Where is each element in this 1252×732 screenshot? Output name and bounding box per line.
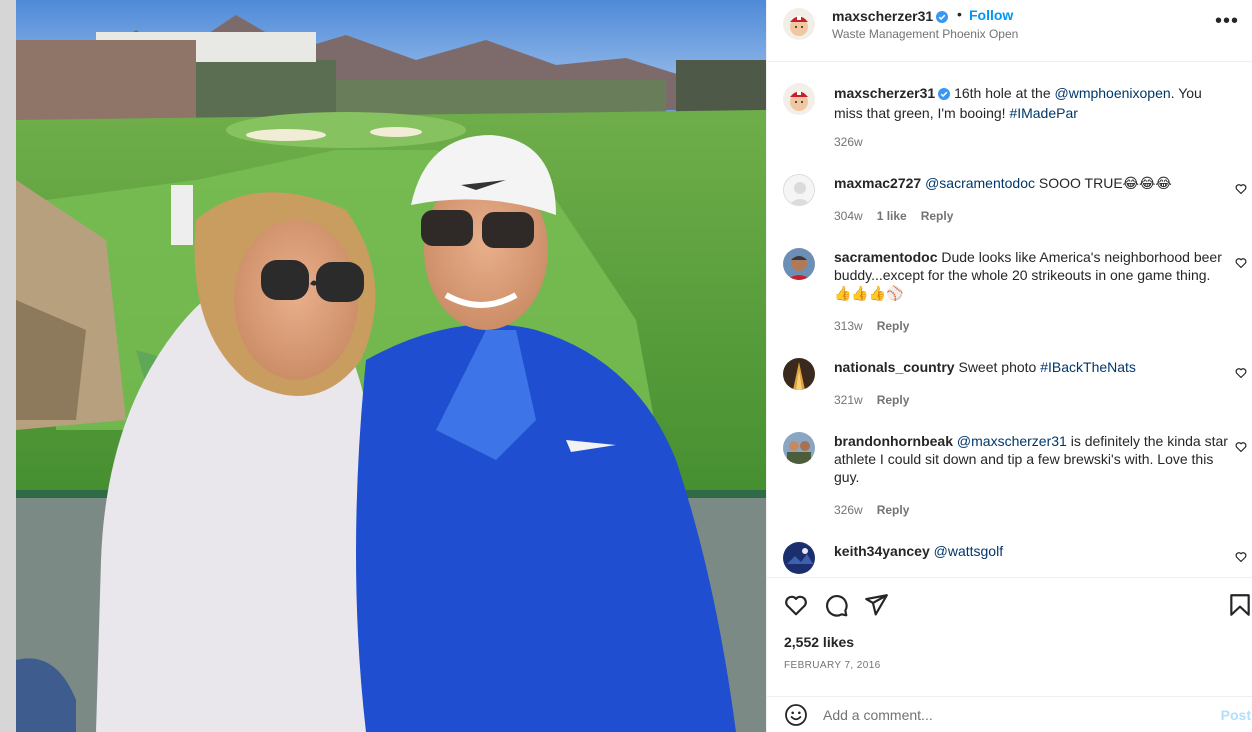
comment-mention[interactable]: @sacramentodoc [925,175,1035,191]
author-username[interactable]: maxscherzer31 [832,8,933,24]
comment-avatar[interactable] [783,248,815,280]
comment-body: SOOO TRUE😂😂😂 [1035,175,1172,191]
comments-list[interactable]: maxscherzer31 16th hole at the @wmphoeni… [767,62,1252,578]
post-photo[interactable] [16,0,766,732]
comment-mention[interactable]: @wattsgolf [934,543,1003,559]
avatar-image [783,248,815,280]
avatar-image [783,432,815,464]
avatar-image [783,358,815,390]
emoji-icon[interactable] [784,703,808,727]
likes-count[interactable]: 2,552 likes [784,634,854,650]
caption-body-1: 16th hole at the [950,85,1055,101]
follow-button[interactable]: Follow [969,7,1013,23]
comment-hashtag[interactable]: #IBackTheNats [1040,359,1136,375]
comment-text: nationals_country Sweet photo #IBackTheN… [834,358,1234,376]
comment-heart-icon[interactable] [1235,257,1247,269]
comment-meta: 304w 1 like Reply [834,209,953,223]
post-location[interactable]: Waste Management Phoenix Open [832,27,1018,41]
comment-text: sacramentodoc Dude looks like America's … [834,248,1230,302]
author-username-row: maxscherzer31 [832,8,949,26]
author-avatar[interactable] [783,8,815,40]
reply-button[interactable]: Reply [877,503,910,517]
comment-heart-icon[interactable] [1235,551,1247,563]
comment-icon[interactable] [823,592,849,618]
more-options-icon[interactable]: ••• [1215,10,1239,33]
comment-time[interactable]: 313w [834,319,863,333]
caption-username[interactable]: maxscherzer31 [834,85,935,101]
caption-time[interactable]: 326w [834,135,863,149]
comment-text: keith34yancey @wattsgolf [834,542,1234,560]
comment-avatar[interactable] [783,358,815,390]
caption-text: maxscherzer31 16th hole at the @wmphoeni… [834,84,1234,122]
comment-time[interactable]: 304w [834,209,863,223]
comment-meta: 313w Reply [834,319,909,333]
post-header: maxscherzer31 • Follow Waste Management … [767,0,1252,62]
comment-likes[interactable]: 1 like [877,209,907,223]
caption-meta: 326w [834,135,863,149]
comment-username[interactable]: maxmac2727 [834,175,921,191]
comment-heart-icon[interactable] [1235,441,1247,453]
comment-username[interactable]: keith34yancey [834,543,930,559]
comment-username[interactable]: brandonhornbeak [834,433,953,449]
comment-meta: 321w Reply [834,393,909,407]
reply-button[interactable]: Reply [877,393,910,407]
post-button[interactable]: Post [1221,707,1251,723]
post-actions: 2,552 likes FEBRUARY 7, 2016 [767,578,1252,698]
post-detail-panel: maxscherzer31 • Follow Waste Management … [766,0,1252,732]
comment-heart-icon[interactable] [1235,183,1247,195]
separator-dot: • [957,6,962,22]
comment-composer: Post [767,696,1252,732]
avatar-image [783,542,815,574]
reply-button[interactable]: Reply [921,209,954,223]
comment-avatar[interactable] [783,432,815,464]
avatar-image [783,83,815,115]
comment-text: maxmac2727 @sacramentodoc SOOO TRUE😂😂😂 [834,174,1234,192]
caption-mention[interactable]: @wmphoenixopen [1055,85,1171,101]
caption-avatar[interactable] [783,83,815,115]
comment-username[interactable]: nationals_country [834,359,955,375]
bookmark-icon[interactable] [1227,592,1252,618]
verified-badge-icon [936,10,949,26]
heart-icon[interactable] [783,592,809,618]
comment-meta: 326w Reply [834,503,909,517]
comment-body: Sweet photo [954,359,1041,375]
avatar-image [783,8,815,40]
comment-time[interactable]: 321w [834,393,863,407]
share-icon[interactable] [863,592,889,618]
verified-badge-icon [938,86,951,104]
photo-scene [16,0,766,732]
left-gutter [0,0,16,732]
post-date[interactable]: FEBRUARY 7, 2016 [784,660,881,671]
comment-input[interactable] [823,703,1203,727]
comment-heart-icon[interactable] [1235,367,1247,379]
comment-avatar[interactable] [783,542,815,574]
comment-time[interactable]: 326w [834,503,863,517]
reply-button[interactable]: Reply [877,319,910,333]
comment-avatar[interactable] [783,174,815,206]
comment-username[interactable]: sacramentodoc [834,249,937,265]
caption-hashtag[interactable]: #IMadePar [1009,105,1077,121]
comment-text: brandonhornbeak @maxscherzer31 is defini… [834,432,1230,486]
default-avatar-icon [784,175,814,205]
comment-mention[interactable]: @maxscherzer31 [957,433,1067,449]
